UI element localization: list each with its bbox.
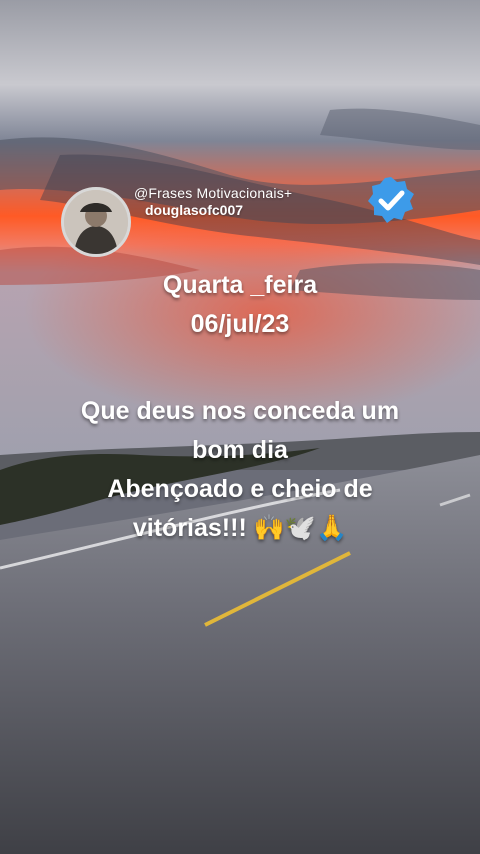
profile-handle[interactable]: @Frases Motivacionais+ xyxy=(134,185,292,201)
profile-avatar[interactable] xyxy=(61,187,131,257)
post-day-text: Quarta _feira xyxy=(162,271,318,299)
message-line: vitórias!!! 🙌🕊️🙏 xyxy=(132,514,348,542)
verified-badge-icon xyxy=(368,177,414,223)
post-date-text: 06/jul/23 xyxy=(190,310,290,338)
profile-username[interactable]: douglasofc007 xyxy=(145,202,243,218)
message-line: Que deus nos conceda um xyxy=(80,397,400,425)
post-message: Que deus nos conceda um bom dia Abençoad… xyxy=(0,392,480,548)
message-line: Abençoado e cheio de xyxy=(107,475,373,503)
message-line: bom dia xyxy=(192,436,288,464)
